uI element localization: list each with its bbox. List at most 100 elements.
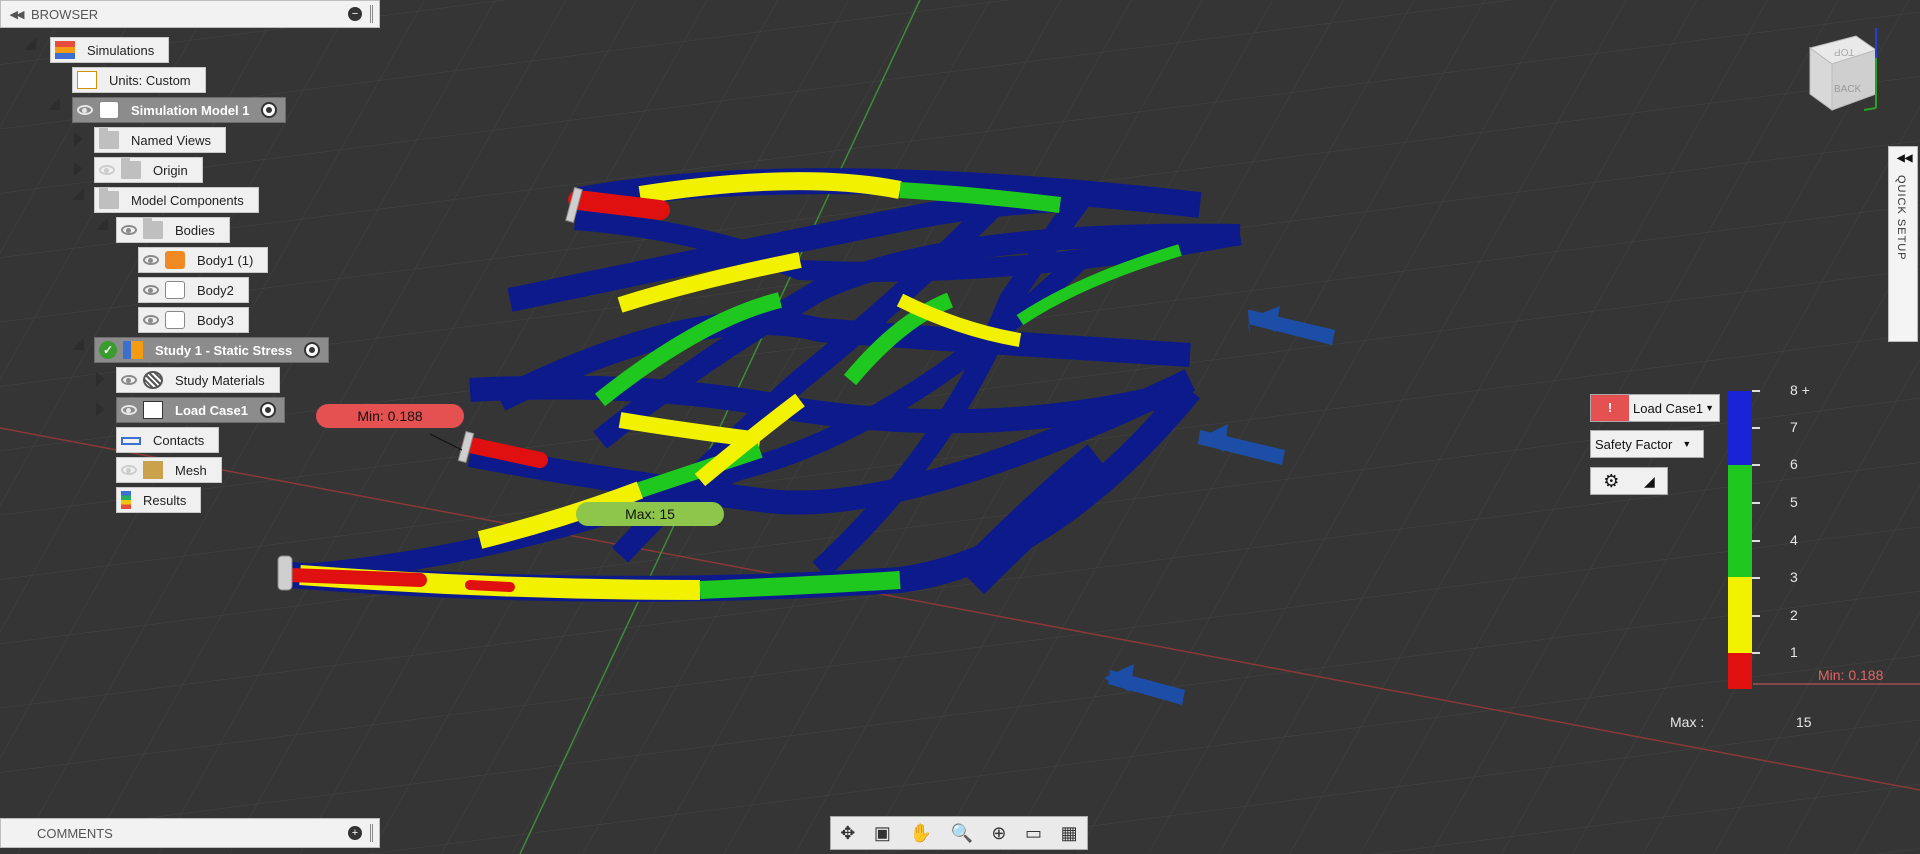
quick-setup-tab[interactable]: QUICK SETUP ◀◀ [1888,146,1918,342]
contacts-icon [121,437,141,445]
simulations-icon [55,41,75,59]
tree-item-results[interactable]: Results [116,487,202,513]
tree-label: Mesh [175,462,207,478]
navigation-toolbar: ✥ ▣ ✋ 🔍 ⊕ ▭ ▦ [830,816,1088,850]
tree-label: Study 1 - Static Stress [155,342,293,358]
look-at-icon[interactable]: ▣ [874,823,891,844]
tree-item-study[interactable]: ✓ Study 1 - Static Stress [94,337,330,363]
expand-study-icon[interactable] [72,338,84,350]
tree-item-named-views[interactable]: Named Views [94,127,226,153]
tree-item-origin[interactable]: Origin [94,157,203,183]
materials-icon [143,371,163,389]
model-icon [99,101,119,119]
3d-viewport[interactable] [0,0,1920,854]
tree-item-mesh[interactable]: Mesh [116,457,222,483]
contour-options-icon[interactable]: ◢ [1644,473,1655,490]
min-probe-label[interactable]: Min: 0.188 [316,404,464,428]
max-probe-label[interactable]: Max: 15 [576,502,724,526]
folder-icon [99,128,119,149]
expand-named-views-icon[interactable] [74,132,83,146]
display-settings-icon[interactable]: ▭ [1025,823,1042,844]
legend-tick [1752,577,1760,579]
body-icon [165,311,185,329]
orbit-icon[interactable]: ✥ [840,823,855,844]
browser-panel-header[interactable]: ◀◀ BROWSER − [0,0,380,28]
visibility-eye-icon[interactable] [99,165,115,175]
fit-icon[interactable]: ⊕ [991,823,1006,844]
legend-band-blue [1728,391,1752,465]
tree-label: Named Views [131,132,211,148]
visibility-eye-icon[interactable] [121,375,137,385]
gear-icon[interactable]: ⚙ [1603,471,1619,492]
tree-item-study-materials[interactable]: Study Materials [116,367,280,393]
quick-setup-label: QUICK SETUP [1895,175,1907,261]
tree-label: Simulations [87,42,155,58]
panel-grip-icon[interactable] [370,5,373,23]
comments-title: COMMENTS [37,825,113,841]
zoom-icon[interactable]: 🔍 [950,823,972,844]
result-type-dropdown[interactable]: Safety Factor ▼ [1590,430,1704,458]
tree-label: Contacts [153,432,205,448]
body-icon [165,281,185,299]
tree-label: Units: Custom [109,72,191,88]
tree-item-body1[interactable]: Body1 (1) [138,247,269,273]
load-case-icon [143,401,163,419]
tree-item-contacts[interactable]: Contacts [116,427,220,453]
expand-origin-icon[interactable] [74,162,83,176]
legend-tick [1752,390,1760,392]
visibility-eye-icon[interactable] [77,105,93,115]
tree-item-simulations[interactable]: Simulations [50,37,170,63]
browser-title: BROWSER [31,6,99,22]
view-cube[interactable]: TOP BACK [1804,28,1880,112]
pan-icon[interactable]: ✋ [909,823,931,844]
activate-radio-icon[interactable] [259,402,276,418]
legend-label: 8 + [1790,382,1810,398]
visibility-eye-icon[interactable] [121,405,137,415]
tree-label: Model Components [131,192,244,208]
minimize-panel-icon[interactable]: − [348,7,362,21]
grid-icon[interactable]: ▦ [1061,823,1078,844]
add-comment-icon[interactable]: + [348,826,362,840]
legend-label: 3 [1790,569,1798,585]
expand-model-components-icon[interactable] [72,188,84,200]
tree-item-bodies[interactable]: Bodies [116,217,230,243]
legend-tick [1752,464,1760,466]
visibility-eye-icon[interactable] [143,315,159,325]
tree-label: Body1 (1) [197,252,254,268]
load-case-dropdown-label: Load Case1 [1633,400,1704,416]
tree-item-body2[interactable]: Body2 [138,277,249,303]
warning-icon: ! [1591,395,1629,421]
legend-band-red [1728,653,1752,689]
collapse-panel-icon[interactable]: ◀◀ [1,8,31,21]
visibility-eye-icon[interactable] [143,255,159,265]
tree-item-simulation-model[interactable]: Simulation Model 1 [72,97,287,123]
legend-max-value: 15 [1796,714,1812,730]
viewcube-back-label: BACK [1834,84,1862,95]
expand-simulations-icon[interactable] [24,38,36,50]
tree-item-body3[interactable]: Body3 [138,307,249,333]
tree-item-units[interactable]: Units: Custom [72,67,206,93]
legend-tick [1752,652,1760,654]
visibility-eye-icon[interactable] [121,465,137,475]
expand-load-case-icon[interactable] [96,402,105,416]
expand-bodies-icon[interactable] [96,218,108,230]
load-case-dropdown[interactable]: ! Load Case1 ▼ [1590,394,1720,422]
tree-item-model-components[interactable]: Model Components [94,187,259,213]
tree-label: Body2 [197,282,234,298]
legend-settings-group: ⚙ ◢ [1590,467,1668,495]
panel-grip-icon[interactable] [370,824,373,842]
tree-item-load-case[interactable]: Load Case1 [116,397,285,423]
expand-sim-model-icon[interactable] [48,98,60,110]
activate-radio-icon[interactable] [261,102,278,118]
legend-band-green [1728,465,1752,577]
expand-quick-setup-icon[interactable]: ◀◀ [1897,153,1912,164]
visibility-eye-icon[interactable] [121,225,137,235]
expand-study-materials-icon[interactable] [96,372,105,386]
visibility-eye-icon[interactable] [143,285,159,295]
legend-label: 4 [1790,532,1798,548]
legend-label: 5 [1790,494,1798,510]
activate-radio-icon[interactable] [304,342,321,358]
viewcube-top-label: TOP [1834,46,1855,57]
comments-panel-header[interactable]: COMMENTS + [0,818,380,848]
tree-label: Origin [153,162,188,178]
